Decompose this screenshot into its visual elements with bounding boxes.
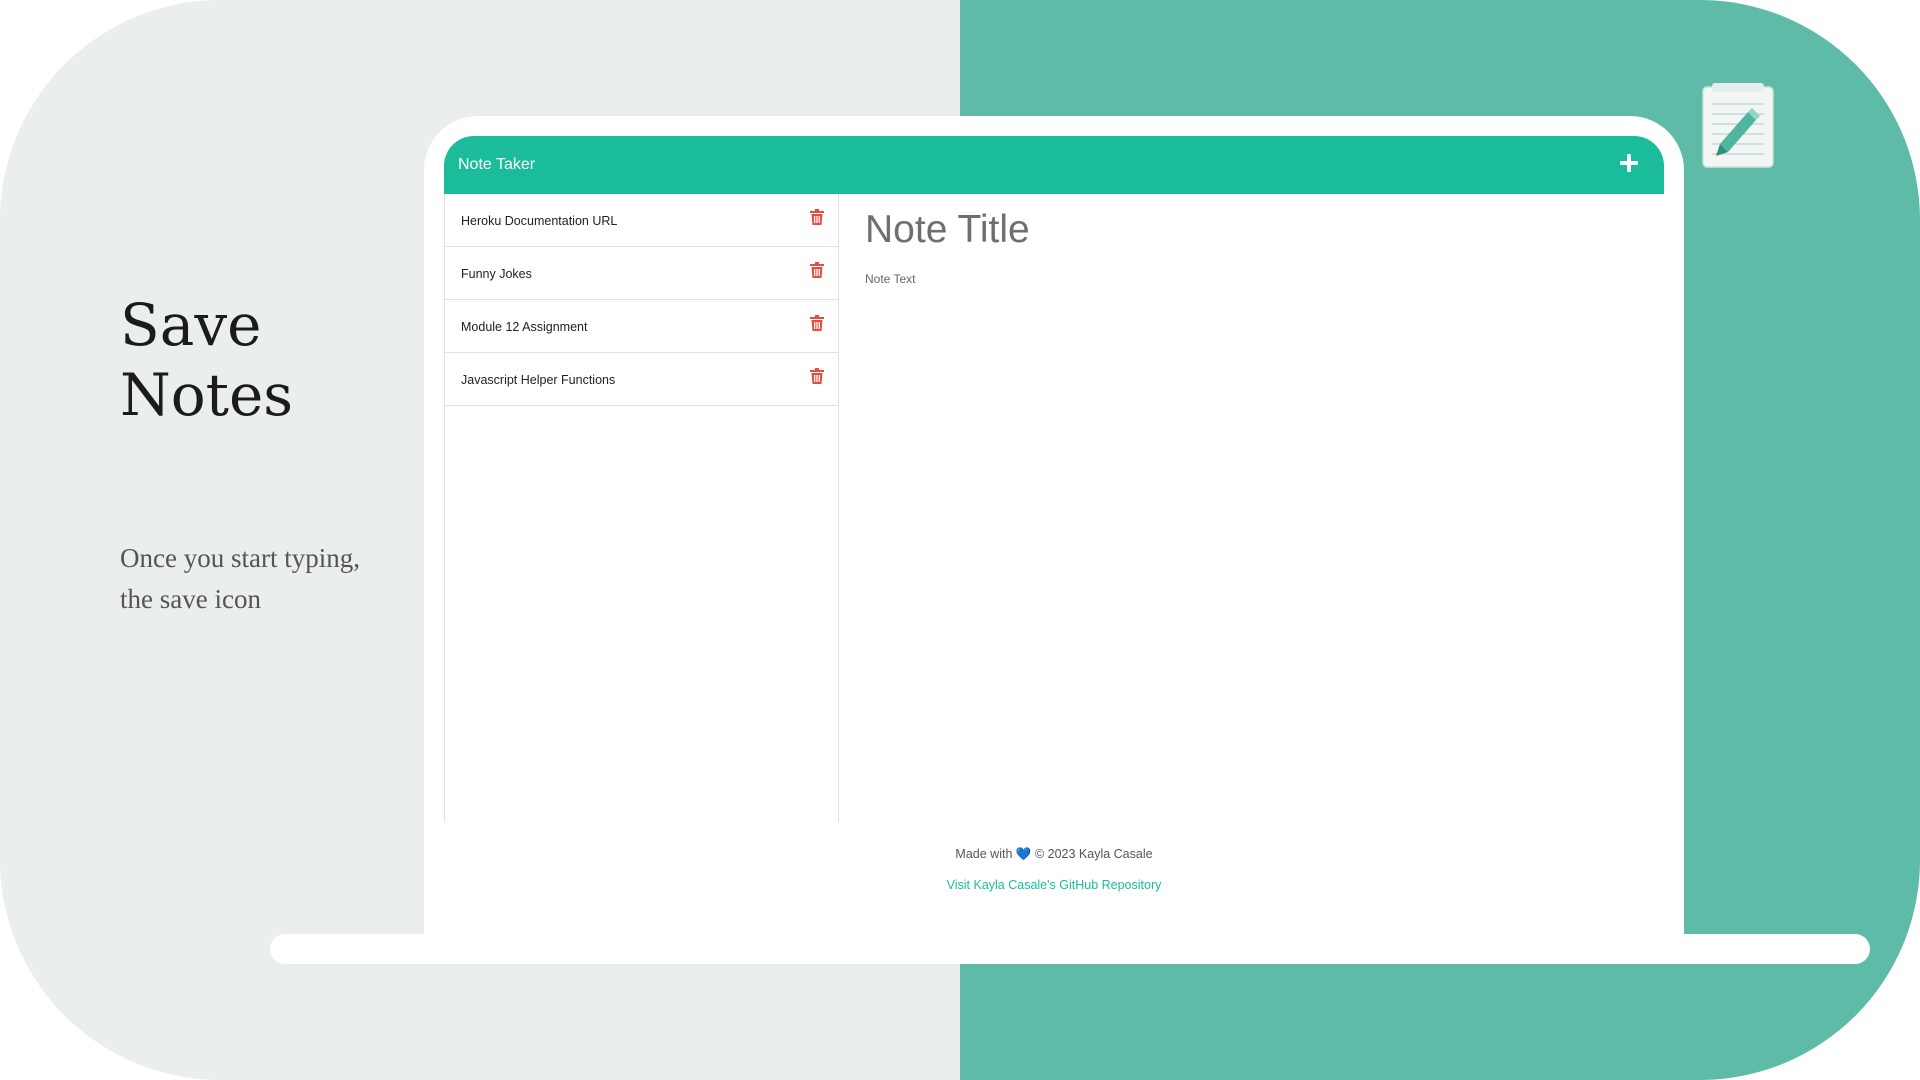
slide-description: Once you start typing, the save icon: [120, 543, 360, 614]
footer: Made with 💙 © 2023 Kayla Casale Visit Ka…: [444, 846, 1664, 894]
slide-title: Save Notes: [120, 290, 380, 430]
note-taker-app: Note Taker Heroku Documentation URL Funn…: [444, 136, 1664, 822]
list-item[interactable]: Javascript Helper Functions: [445, 353, 838, 406]
laptop-base: [270, 934, 1870, 964]
github-repo-link[interactable]: Visit Kayla Casale's GitHub Repository: [947, 877, 1162, 893]
note-item-title[interactable]: Funny Jokes: [461, 267, 532, 281]
note-item-title[interactable]: Heroku Documentation URL: [461, 214, 617, 228]
clipboard-icon: [1700, 82, 1776, 170]
note-text-textarea[interactable]: Note Text: [865, 272, 915, 286]
trash-icon[interactable]: [810, 368, 824, 384]
list-item[interactable]: Module 12 Assignment: [445, 300, 838, 353]
heart-icon: 💙: [1015, 847, 1032, 861]
app-brand[interactable]: Note Taker: [458, 156, 535, 174]
slide-title-line-2: Notes: [120, 361, 294, 429]
plus-icon-glyph: [1620, 154, 1638, 172]
footer-made-with: Made with: [955, 847, 1013, 861]
trash-icon[interactable]: [810, 209, 824, 225]
list-item[interactable]: Heroku Documentation URL: [445, 194, 838, 247]
notes-sidebar: Heroku Documentation URL Funny Jokes Mod…: [444, 194, 839, 822]
note-item-title[interactable]: Javascript Helper Functions: [461, 373, 615, 387]
list-item[interactable]: Funny Jokes: [445, 247, 838, 300]
note-item-title[interactable]: Module 12 Assignment: [461, 320, 587, 334]
plus-icon[interactable]: [1614, 148, 1644, 178]
navbar: Note Taker: [444, 136, 1664, 194]
slide-title-line-1: Save: [120, 291, 262, 359]
note-editor: Note Title Note Text: [865, 194, 1645, 794]
footer-credit: Made with 💙 © 2023 Kayla Casale: [444, 846, 1664, 862]
note-list: Heroku Documentation URL Funny Jokes Mod…: [445, 194, 838, 406]
trash-icon[interactable]: [810, 315, 824, 331]
footer-copyright: © 2023 Kayla Casale: [1034, 847, 1153, 861]
note-title-input[interactable]: Note Title: [865, 208, 1030, 252]
trash-icon[interactable]: [810, 262, 824, 278]
